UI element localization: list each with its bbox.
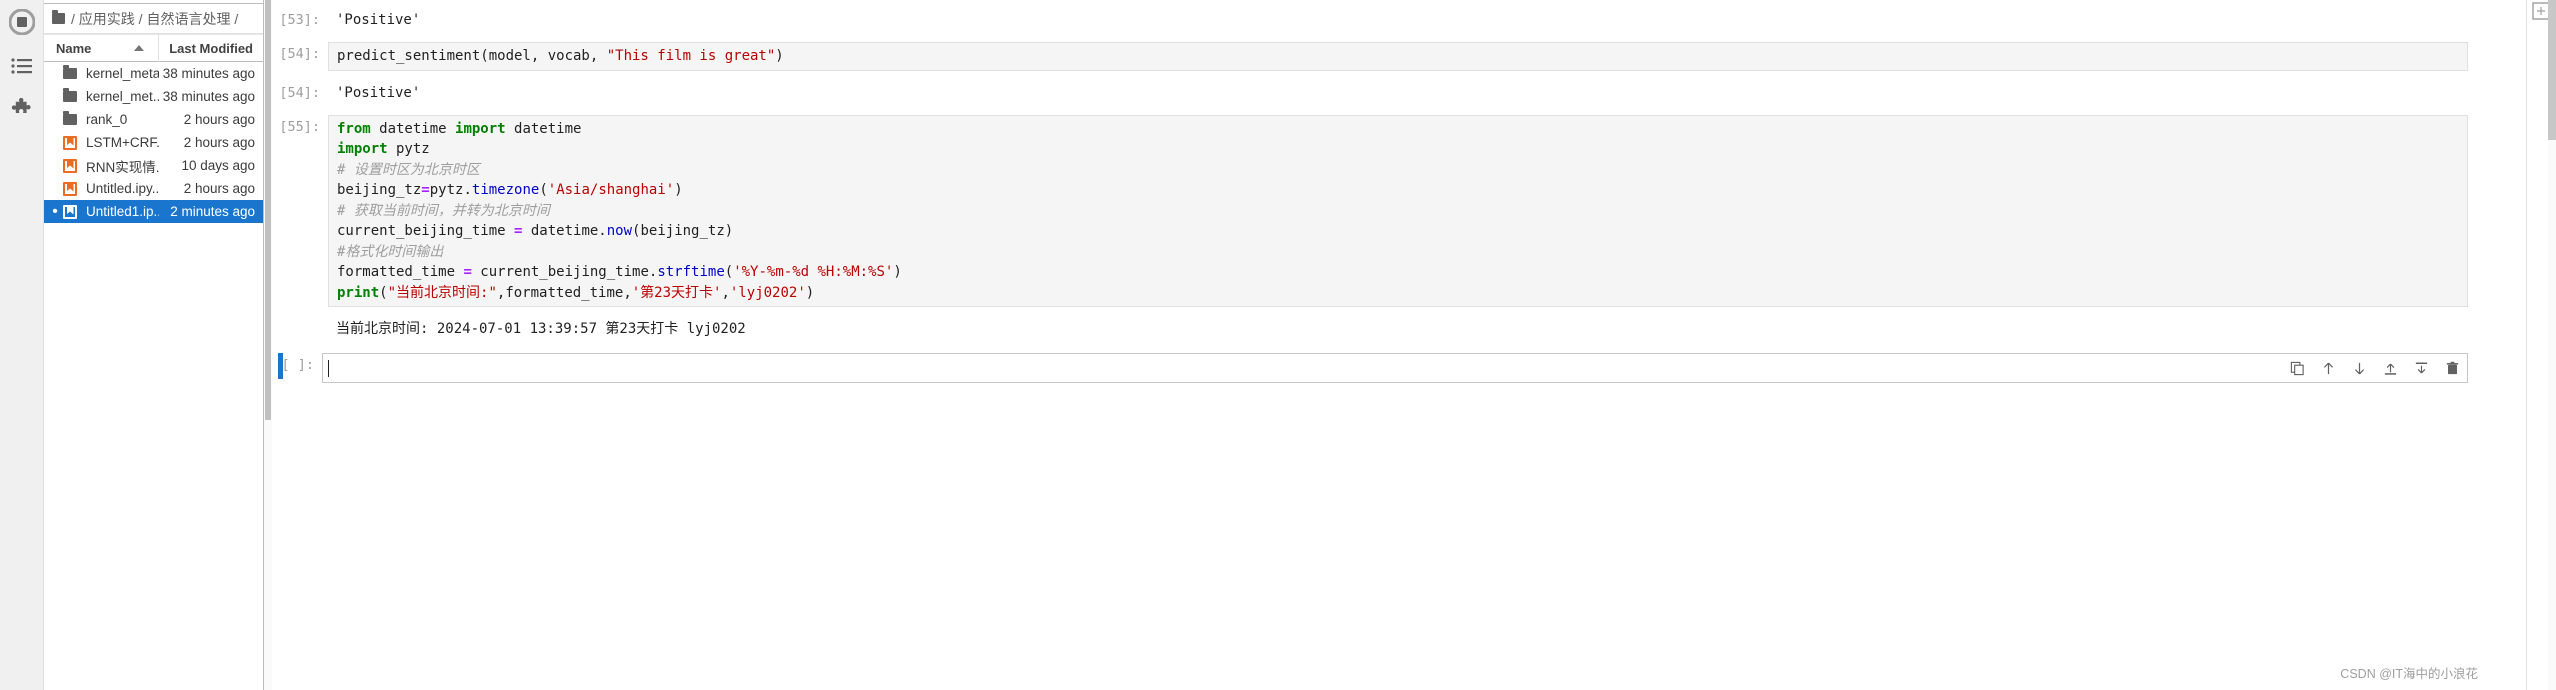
file-last-modified: 38 minutes ago xyxy=(162,89,255,104)
page-scrollbar[interactable] xyxy=(2548,0,2556,690)
notebook-icon xyxy=(60,158,80,173)
file-last-modified: 10 days ago xyxy=(181,158,255,173)
column-header-last-modified[interactable]: Last Modified xyxy=(159,41,263,56)
code-source[interactable]: predict_sentiment(model, vocab, "This fi… xyxy=(328,42,2468,71)
column-header-name[interactable]: Name xyxy=(44,34,159,62)
notebook-panel: [53]: 'Positive' [54]: predict_sentiment(mo… xyxy=(264,0,2526,690)
cell-prompt: [53]: xyxy=(279,12,320,28)
output-text: 'Positive' xyxy=(336,84,421,101)
output-text: 'Positive' xyxy=(336,12,421,28)
file-list-item[interactable]: • Untitled1.ip... 2 minutes ago xyxy=(44,200,263,223)
notebook-icon xyxy=(60,135,80,150)
breadcrumb-path[interactable]: / 应用实践 / 自然语言处理 / xyxy=(71,9,238,29)
file-list-item[interactable]: Untitled.ipy... 2 hours ago xyxy=(44,177,263,200)
file-name: kernel_meta xyxy=(86,66,159,81)
code-cell[interactable]: [55]: from datetime import datetime impor… xyxy=(276,114,2526,307)
output-cell: 当前北京时间: 2024-07-01 13:39:57 第23天打卡 lyj02… xyxy=(276,317,2526,341)
active-cell-input[interactable] xyxy=(322,353,2468,383)
delete-cell-icon[interactable] xyxy=(2443,359,2461,377)
file-last-modified: 2 hours ago xyxy=(183,112,255,127)
code-source[interactable]: from datetime import datetime import pyt… xyxy=(328,114,2468,307)
cell-prompt: [54]: xyxy=(279,84,320,101)
notebook-glyph xyxy=(63,135,77,150)
notebook-left-scrollbar[interactable] xyxy=(264,0,272,690)
file-last-modified: 2 hours ago xyxy=(183,181,255,196)
cell-output: 'Positive' xyxy=(328,81,2468,105)
file-name: Untitled1.ip... xyxy=(86,204,159,219)
file-list: kernel_meta 38 minutes ago kernel_met... 38… xyxy=(44,62,263,690)
file-name: RNN实现情... xyxy=(86,159,159,175)
file-list-item[interactable]: kernel_met... 38 minutes ago xyxy=(44,85,263,108)
duplicate-cell-icon[interactable] xyxy=(2288,359,2306,377)
watermark: CSDN @IT海中的小浪花 xyxy=(2340,667,2478,681)
file-name: Untitled.ipy... xyxy=(86,181,159,196)
active-cell-indicator xyxy=(278,353,283,379)
breadcrumb[interactable]: / 应用实践 / 自然语言处理 / xyxy=(44,4,263,34)
output-cell: [54]: 'Positive' xyxy=(276,81,2526,105)
file-name: LSTM+CRF... xyxy=(86,135,159,150)
active-code-cell[interactable]: [ ]: xyxy=(264,353,2526,383)
move-cell-up-icon[interactable] xyxy=(2319,359,2337,377)
notebook-glyph xyxy=(63,158,77,173)
file-browser-panel: / 应用实践 / 自然语言处理 / Name Last Modified ker… xyxy=(44,0,264,690)
cell-toolbar xyxy=(2288,354,2461,382)
file-list-header: Name Last Modified xyxy=(44,34,263,62)
sort-ascending-icon[interactable] xyxy=(134,45,144,51)
folder-glyph xyxy=(63,65,77,79)
cell-output: 当前北京时间: 2024-07-01 13:39:57 第23天打卡 lyj02… xyxy=(328,317,2468,341)
folder-glyph xyxy=(63,111,77,125)
folder-icon xyxy=(60,88,80,102)
cell-prompt: [55]: xyxy=(279,118,320,135)
insert-cell-below-icon[interactable] xyxy=(2412,359,2430,377)
cell-output: 'Positive' xyxy=(328,8,2468,32)
running-indicator-icon: • xyxy=(52,202,58,220)
page-scrollbar-thumb[interactable] xyxy=(2548,0,2556,140)
activity-bar xyxy=(0,0,44,690)
move-cell-down-icon[interactable] xyxy=(2350,359,2368,377)
file-browser-icon[interactable] xyxy=(0,44,44,88)
cell-editor[interactable]: predict_sentiment(model, vocab, "This fi… xyxy=(328,42,2468,71)
jupyter-logo-icon[interactable] xyxy=(0,0,44,44)
root-folder-icon[interactable] xyxy=(52,10,65,24)
jupyterlab-window: / 应用实践 / 自然语言处理 / Name Last Modified ker… xyxy=(0,0,2556,690)
output-text: 当前北京时间: 2024-07-01 13:39:57 第23天打卡 lyj02… xyxy=(336,321,746,337)
extension-manager-icon[interactable] xyxy=(0,88,44,132)
file-name: kernel_met... xyxy=(86,89,159,104)
file-list-item[interactable]: kernel_meta 38 minutes ago xyxy=(44,62,263,85)
file-list-item[interactable]: rank_0 2 hours ago xyxy=(44,108,263,131)
column-header-name-label: Name xyxy=(56,40,92,56)
folder-icon xyxy=(60,65,80,79)
insert-cell-above-icon[interactable] xyxy=(2381,359,2399,377)
file-last-modified: 2 hours ago xyxy=(183,135,255,150)
cell-prompt: [54]: xyxy=(279,46,320,62)
notebook-icon xyxy=(60,181,80,196)
file-list-item[interactable]: LSTM+CRF... 2 hours ago xyxy=(44,131,263,154)
text-cursor xyxy=(328,359,329,377)
notebook-cells: [53]: 'Positive' [54]: predict_sentiment(mo… xyxy=(276,0,2526,341)
notebook-glyph xyxy=(63,204,77,219)
file-name: rank_0 xyxy=(86,112,128,127)
file-last-modified: 38 minutes ago xyxy=(162,66,255,81)
folder-glyph xyxy=(63,88,77,102)
cell-editor[interactable]: from datetime import datetime import pyt… xyxy=(328,114,2468,307)
file-list-item[interactable]: RNN实现情... 10 days ago xyxy=(44,154,263,177)
notebook-icon xyxy=(60,204,80,219)
right-sidebar xyxy=(2526,0,2556,690)
notebook-glyph xyxy=(63,181,77,196)
folder-icon xyxy=(60,111,80,125)
code-cell[interactable]: [54]: predict_sentiment(model, vocab, "Th… xyxy=(276,42,2526,71)
output-cell: [53]: 'Positive' xyxy=(276,8,2526,32)
cell-prompt xyxy=(276,317,328,319)
file-last-modified: 2 minutes ago xyxy=(170,204,255,219)
